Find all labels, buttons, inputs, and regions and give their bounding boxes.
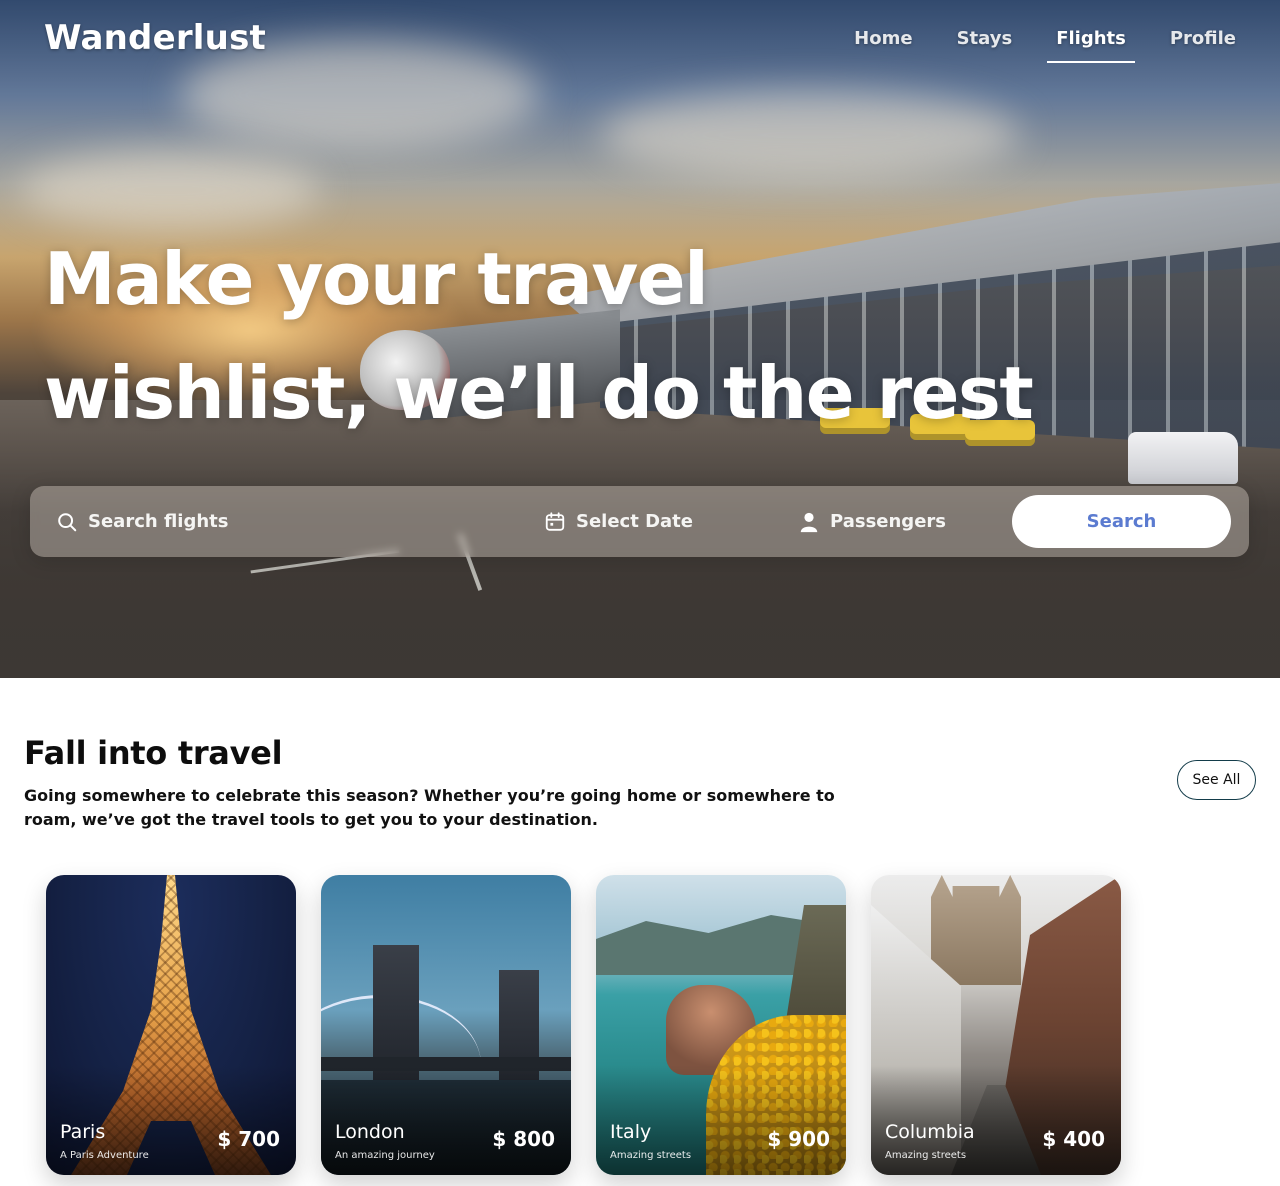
card-subtitle: Amazing streets	[610, 1150, 692, 1161]
nav-profile[interactable]: Profile	[1170, 28, 1236, 63]
card-subtitle: An amazing journey	[335, 1150, 435, 1161]
hero-headline-line1: Make your travel	[44, 237, 709, 321]
card-subtitle: A Paris Adventure	[60, 1150, 149, 1161]
card-city: Paris	[60, 1121, 106, 1143]
section-title: Fall into travel	[24, 734, 283, 772]
card-subtitle: Amazing streets	[885, 1150, 967, 1161]
card-price: $ 900	[767, 1127, 830, 1151]
card-price: $ 400	[1042, 1127, 1105, 1151]
brand-logo[interactable]: Wanderlust	[44, 18, 266, 58]
flight-search-bar: Search flights Select Date Passengers Se…	[30, 486, 1249, 557]
card-price: $ 800	[492, 1127, 555, 1151]
destination-card-london[interactable]: London An amazing journey $ 800	[321, 875, 571, 1175]
hero-cloud	[20, 150, 320, 230]
section-description: Going somewhere to celebrate this season…	[24, 786, 835, 829]
search-button[interactable]: Search	[1012, 495, 1231, 548]
hero-van	[1128, 432, 1238, 484]
select-date-field[interactable]: Select Date	[544, 486, 693, 557]
card-price: $ 700	[217, 1127, 280, 1151]
hero-section: Wanderlust Home Stays Flights Profile Ma…	[0, 0, 1280, 678]
passengers-field[interactable]: Passengers	[798, 486, 946, 557]
card-city: Columbia	[885, 1121, 975, 1143]
nav-stays[interactable]: Stays	[957, 28, 1013, 63]
card-city: London	[335, 1121, 405, 1143]
destination-card-paris[interactable]: Paris A Paris Adventure $ 700	[46, 875, 296, 1175]
select-date-placeholder: Select Date	[576, 511, 693, 532]
hero-headline-line2: wishlist, we’ll do the rest	[44, 351, 1034, 435]
destination-card-italy[interactable]: Italy Amazing streets $ 900	[596, 875, 846, 1175]
cathedral-art	[931, 875, 1021, 985]
search-flights-placeholder: Search flights	[88, 511, 229, 532]
hero-cloud	[600, 90, 1020, 180]
nav-home[interactable]: Home	[854, 28, 912, 63]
calendar-icon	[545, 511, 565, 531]
card-city: Italy	[610, 1121, 652, 1143]
user-icon	[800, 512, 818, 532]
hero-headline: Make your travel wishlist, we’ll do the …	[44, 222, 1044, 450]
destination-cards: Paris A Paris Adventure $ 700 London An …	[46, 875, 1121, 1175]
main-nav: Home Stays Flights Profile	[854, 28, 1236, 63]
destination-card-columbia[interactable]: Columbia Amazing streets $ 400	[871, 875, 1121, 1175]
passengers-placeholder: Passengers	[830, 511, 946, 532]
see-all-button[interactable]: See All	[1177, 760, 1256, 800]
nav-flights[interactable]: Flights	[1047, 28, 1135, 63]
search-icon	[58, 512, 77, 531]
search-flights-field[interactable]: Search flights	[56, 486, 228, 557]
